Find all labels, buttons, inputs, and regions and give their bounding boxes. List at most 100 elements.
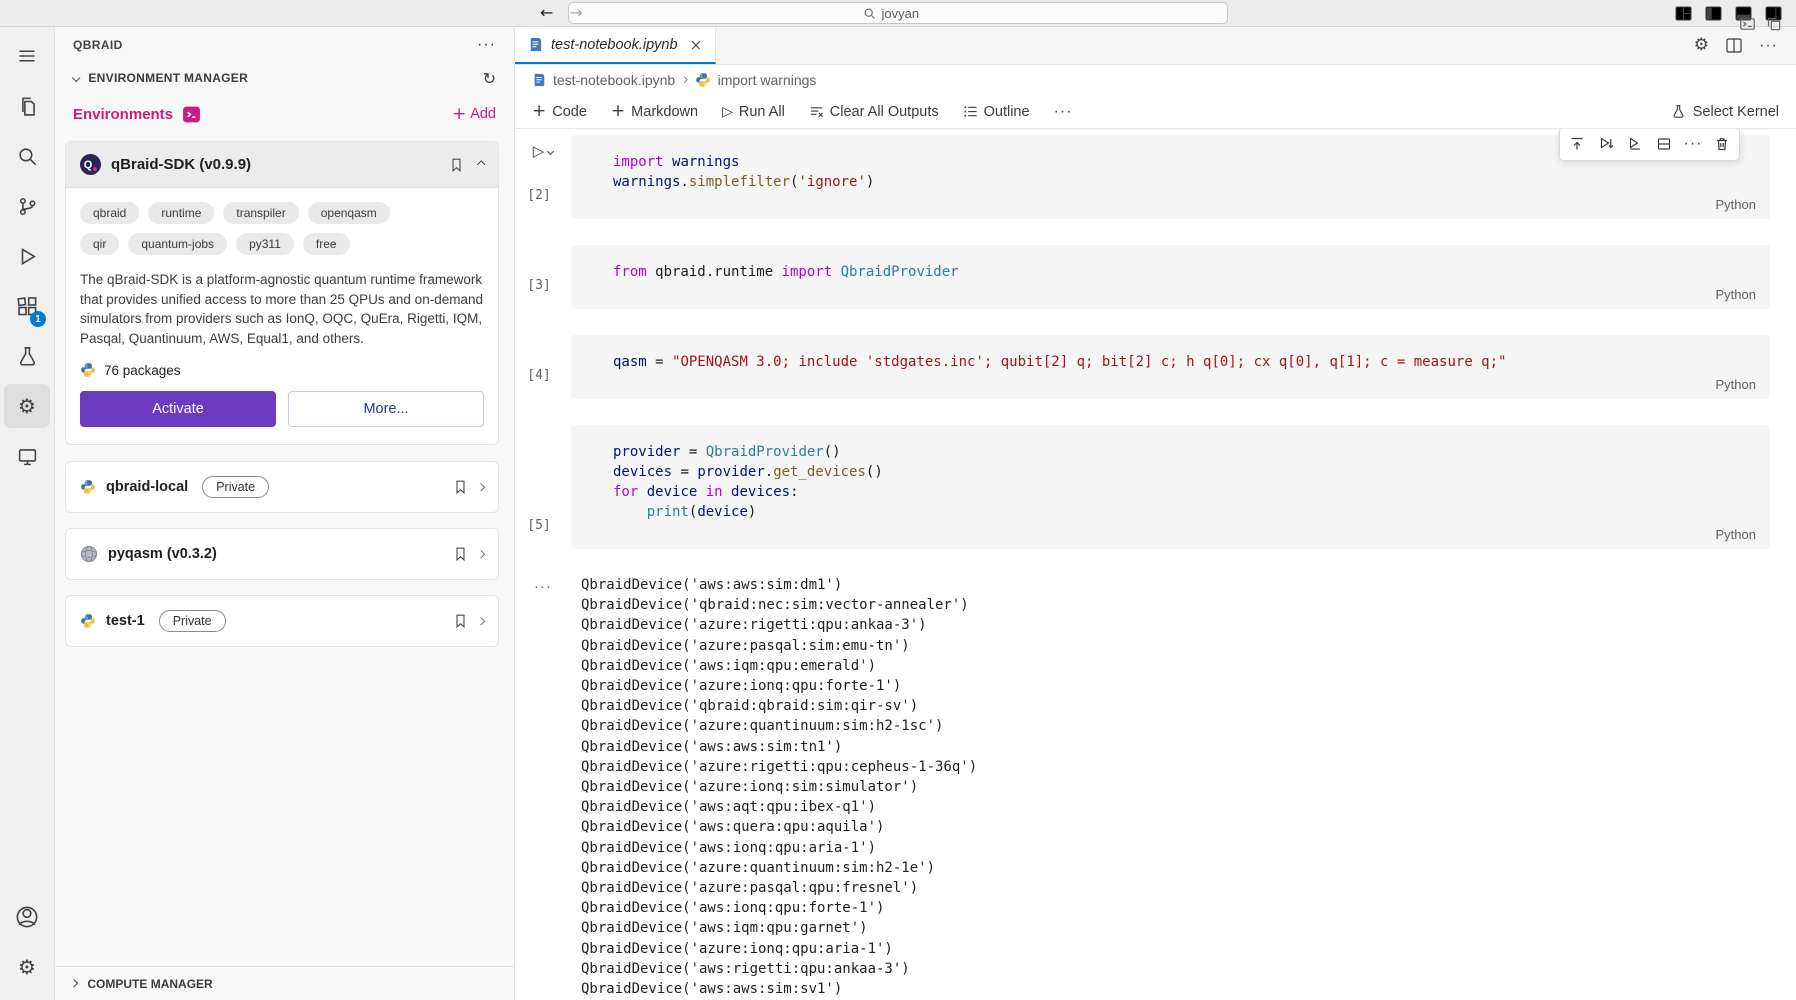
menu-icon[interactable] bbox=[4, 31, 50, 81]
tab-test-notebook[interactable]: test-notebook.ipynb × bbox=[515, 27, 717, 64]
clear-all-outputs-button[interactable]: Clear All Outputs bbox=[809, 104, 939, 120]
toolbar-more-icon[interactable]: ··· bbox=[1054, 103, 1073, 120]
run-all-button[interactable]: ▷ Run All bbox=[722, 104, 785, 120]
bookmark-icon[interactable] bbox=[453, 546, 468, 562]
cell-gutter: ▷ [3] bbox=[515, 245, 571, 309]
search-icon bbox=[864, 8, 875, 19]
bookmark-icon[interactable] bbox=[453, 479, 468, 495]
notebook-cell[interactable]: ▷ [3] from qbraid.runtime import QbraidP… bbox=[515, 245, 1796, 309]
outline-icon bbox=[963, 106, 977, 117]
cell-code[interactable]: provider = QbraidProvider() devices = pro… bbox=[571, 425, 1770, 522]
output-actions-icon[interactable]: ··· bbox=[515, 575, 571, 1000]
output-line: QbraidDevice('aws:iqm:qpu:emerald') bbox=[581, 657, 877, 674]
editor-more-icon[interactable]: ··· bbox=[1759, 37, 1778, 54]
explorer-icon[interactable] bbox=[4, 81, 50, 131]
execution-count: [4] bbox=[527, 368, 551, 383]
run-debug-icon[interactable] bbox=[4, 231, 50, 281]
select-kernel-button[interactable]: Select Kernel bbox=[1671, 104, 1779, 120]
notebook-settings-gear-icon[interactable]: ⚙ bbox=[1694, 37, 1709, 54]
run-cells-above-button[interactable] bbox=[1564, 131, 1590, 157]
forward-icon[interactable]: → bbox=[569, 5, 582, 21]
collapse-icon[interactable] bbox=[476, 159, 486, 170]
bookmark-icon[interactable] bbox=[449, 157, 464, 173]
extensions-badge: 1 bbox=[30, 311, 46, 327]
env-tag: openqasm bbox=[307, 202, 390, 224]
expand-environment-icon[interactable] bbox=[476, 482, 486, 492]
customize-layout-icon[interactable] bbox=[1675, 6, 1692, 21]
run-cell-and-below-button[interactable] bbox=[1593, 131, 1619, 157]
output-line: QbraidDevice('aws:rigetti:qpu:ankaa-3') bbox=[581, 960, 910, 977]
cell-editor[interactable]: from qbraid.runtime import QbraidProvide… bbox=[571, 245, 1770, 309]
qbraid-environments-icon[interactable]: ⚙ bbox=[4, 384, 50, 428]
output-line: QbraidDevice('aws:ionq:qpu:forte-1') bbox=[581, 900, 885, 917]
qbraid-sdk-logo-icon: Q bbox=[80, 154, 101, 175]
breadcrumb-cell[interactable]: import warnings bbox=[718, 72, 817, 88]
environment-list-item[interactable]: qbraid-local Private bbox=[65, 461, 499, 513]
environment-manager-section-header[interactable]: ENVIRONMENT MANAGER ↻ bbox=[55, 63, 514, 93]
tab-bar: test-notebook.ipynb × ⚙ ··· bbox=[515, 27, 1796, 65]
breadcrumb-file[interactable]: test-notebook.ipynb bbox=[553, 72, 675, 88]
active-environment-card[interactable]: Q qBraid-SDK (v0.9.9) qbraid runtime trans… bbox=[65, 17, 1781, 445]
cell-editor[interactable]: provider = QbraidProvider() devices = pro… bbox=[571, 425, 1770, 549]
compute-manager-section-header[interactable]: COMPUTE MANAGER bbox=[55, 966, 514, 1000]
qbraid-devices-icon[interactable] bbox=[4, 431, 50, 481]
cell-code[interactable]: qasm = "OPENQASM 3.0; include 'stdgates.… bbox=[571, 335, 1770, 372]
search-icon[interactable] bbox=[4, 131, 50, 181]
outline-button[interactable]: Outline bbox=[963, 104, 1030, 120]
debug-cell-button[interactable] bbox=[1622, 131, 1648, 157]
environments-icon[interactable] bbox=[182, 105, 201, 124]
environment-list-item[interactable]: test-1 Private bbox=[65, 595, 499, 647]
sidebar-title: QBRAID bbox=[73, 38, 123, 52]
split-cell-button[interactable] bbox=[1651, 131, 1677, 157]
split-editor-icon[interactable] bbox=[1726, 38, 1742, 53]
cell-more-actions-icon[interactable]: ··· bbox=[1680, 131, 1706, 157]
notebook-cell[interactable]: ▷ [5] provider = QbraidProvider() devices… bbox=[515, 425, 1796, 549]
output-lines: QbraidDevice('aws:aws:sim:dm1') QbraidDev… bbox=[571, 575, 977, 1000]
private-badge: Private bbox=[202, 476, 270, 498]
refresh-icon[interactable]: ↻ bbox=[483, 69, 496, 88]
environment-name: qBraid-SDK (v0.9.9) bbox=[111, 156, 252, 173]
back-icon[interactable]: ← bbox=[540, 5, 553, 21]
toggle-sidebar-left-icon[interactable] bbox=[1705, 6, 1722, 21]
more-button[interactable]: More... bbox=[288, 391, 484, 427]
cell-code[interactable]: from qbraid.runtime import QbraidProvide… bbox=[571, 245, 1770, 282]
add-environment-button[interactable]: + Add bbox=[452, 105, 496, 123]
expand-environment-icon[interactable] bbox=[476, 616, 486, 626]
notebook-scroll-area[interactable]: ··· ▷ [2] import warnings warnings.simple… bbox=[515, 129, 1796, 1000]
sidebar-more-icon[interactable]: ··· bbox=[477, 37, 496, 53]
account-icon[interactable] bbox=[4, 892, 50, 942]
notebook-toolbar: + Code + Markdown ▷ Run All Clear All Ou… bbox=[515, 95, 1796, 129]
add-code-cell-button[interactable]: + Code bbox=[532, 103, 587, 120]
delete-cell-button[interactable] bbox=[1709, 131, 1735, 157]
activate-button[interactable]: Activate bbox=[80, 391, 276, 427]
output-line: QbraidDevice('aws:aws:sim:dm1') bbox=[581, 577, 843, 593]
environment-name: qbraid-local bbox=[106, 479, 189, 495]
environment-card-header[interactable]: Q qBraid-SDK (v0.9.9) bbox=[66, 142, 498, 188]
notebook-cell[interactable]: ▷ [4] qasm = "OPENQASM 3.0; include 'std… bbox=[515, 335, 1796, 399]
output-line: QbraidDevice('azure:quantinuum:sim:h2-1e… bbox=[581, 859, 936, 876]
settings-gear-icon[interactable]: ⚙ bbox=[4, 942, 50, 992]
python-icon bbox=[80, 362, 96, 378]
search-input[interactable] bbox=[881, 5, 934, 21]
add-markdown-cell-button[interactable]: + Markdown bbox=[611, 103, 698, 120]
bookmark-icon[interactable] bbox=[453, 613, 468, 629]
notebook-file-icon bbox=[530, 37, 542, 52]
cell-language-label: Python bbox=[1715, 197, 1756, 212]
environment-list: qbraid-local Private pyqasm (v0.3.2) tes… bbox=[55, 461, 514, 662]
cell-gutter: ▷ [5] bbox=[515, 425, 571, 549]
code-line: warnings.simplefilter('ignore') bbox=[613, 174, 875, 190]
execution-count: [5] bbox=[527, 518, 551, 533]
plus-icon: + bbox=[532, 101, 547, 121]
expand-environment-icon[interactable] bbox=[476, 549, 486, 559]
cell-editor[interactable]: qasm = "OPENQASM 3.0; include 'stdgates.… bbox=[571, 335, 1770, 399]
testing-icon[interactable] bbox=[4, 331, 50, 381]
cell-language-label: Python bbox=[1715, 377, 1756, 392]
environment-list-item[interactable]: pyqasm (v0.3.2) bbox=[65, 528, 499, 580]
env-tag: qbraid bbox=[80, 202, 140, 224]
run-cell-button[interactable]: ▷ bbox=[515, 135, 571, 160]
source-control-icon[interactable] bbox=[4, 181, 50, 231]
extensions-icon[interactable]: 1 bbox=[4, 281, 50, 331]
code-line: devices = provider.get_devices() bbox=[613, 464, 883, 480]
command-center-search[interactable] bbox=[568, 2, 1228, 24]
close-tab-icon[interactable]: × bbox=[690, 36, 703, 54]
